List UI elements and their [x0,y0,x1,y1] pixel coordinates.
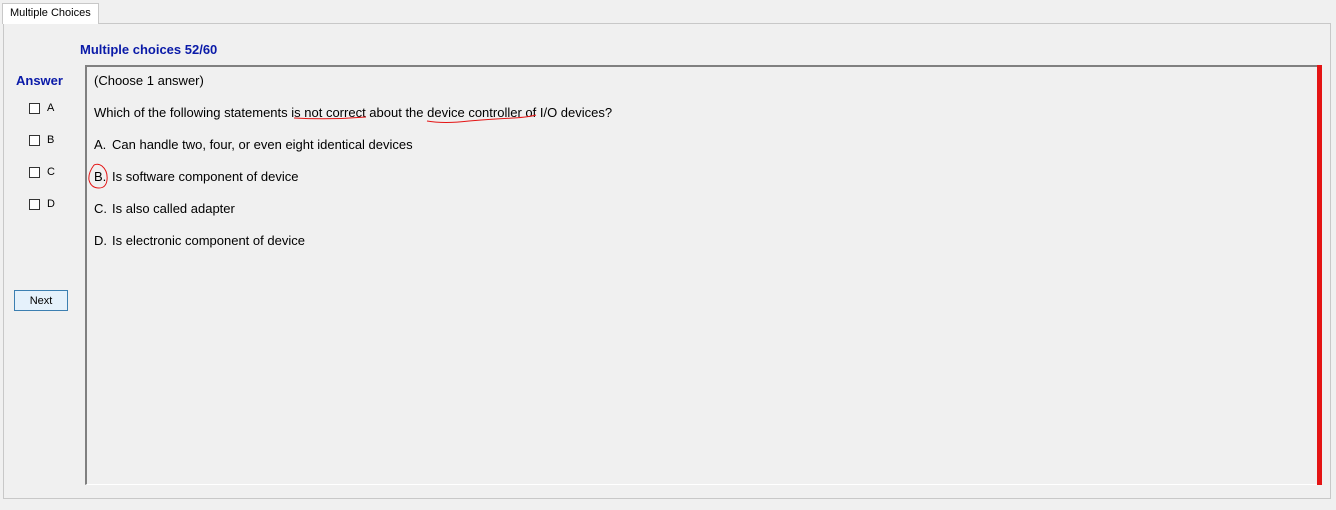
stem-part-1: Which of the following statements is [94,105,305,120]
checkbox-a[interactable] [29,102,40,114]
choice-c[interactable]: C [29,165,55,179]
next-button[interactable]: Next [14,290,68,311]
choice-b[interactable]: B [29,133,54,147]
stem-part-5: of I/O devices? [521,105,613,120]
option-a-letter: A. [94,137,107,152]
option-c: C. Is also called adapter [94,201,235,216]
choice-d[interactable]: D [29,197,55,211]
page-title: Multiple choices 52/60 [80,42,218,57]
option-c-letter: C. [94,201,107,216]
stem-part-device-controller: device controller [427,105,522,120]
stem-part-not-correct: not correct [304,105,366,120]
checkbox-b[interactable] [29,134,40,146]
tab-multiple-choices[interactable]: Multiple Choices [2,3,99,24]
choice-c-label: C [47,166,55,178]
red-scroll-bar [1317,65,1322,485]
option-a: A. Can handle two, four, or even eight id… [94,137,413,152]
option-b: B. Is software component of device [94,169,298,184]
checkbox-d[interactable] [29,198,40,210]
question-box [85,65,1321,485]
choice-a-label: A [47,102,55,114]
option-d-text: Is electronic component of device [112,233,305,248]
option-a-text: Can handle two, four, or even eight iden… [112,137,413,152]
stem-part-3: about the [365,105,428,120]
option-c-text: Is also called adapter [112,201,235,216]
choice-a[interactable]: A [29,101,54,115]
option-d-letter: D. [94,233,107,248]
option-b-letter: B. [94,169,107,184]
choice-d-label: D [47,198,55,210]
question-instruction: (Choose 1 answer) [94,73,204,88]
question-stem: Which of the following statements is not… [94,105,612,120]
choice-b-label: B [47,134,55,146]
option-b-text: Is software component of device [112,169,299,184]
answer-label: Answer [16,73,63,88]
checkbox-c[interactable] [29,166,40,178]
option-d: D. Is electronic component of device [94,233,305,248]
